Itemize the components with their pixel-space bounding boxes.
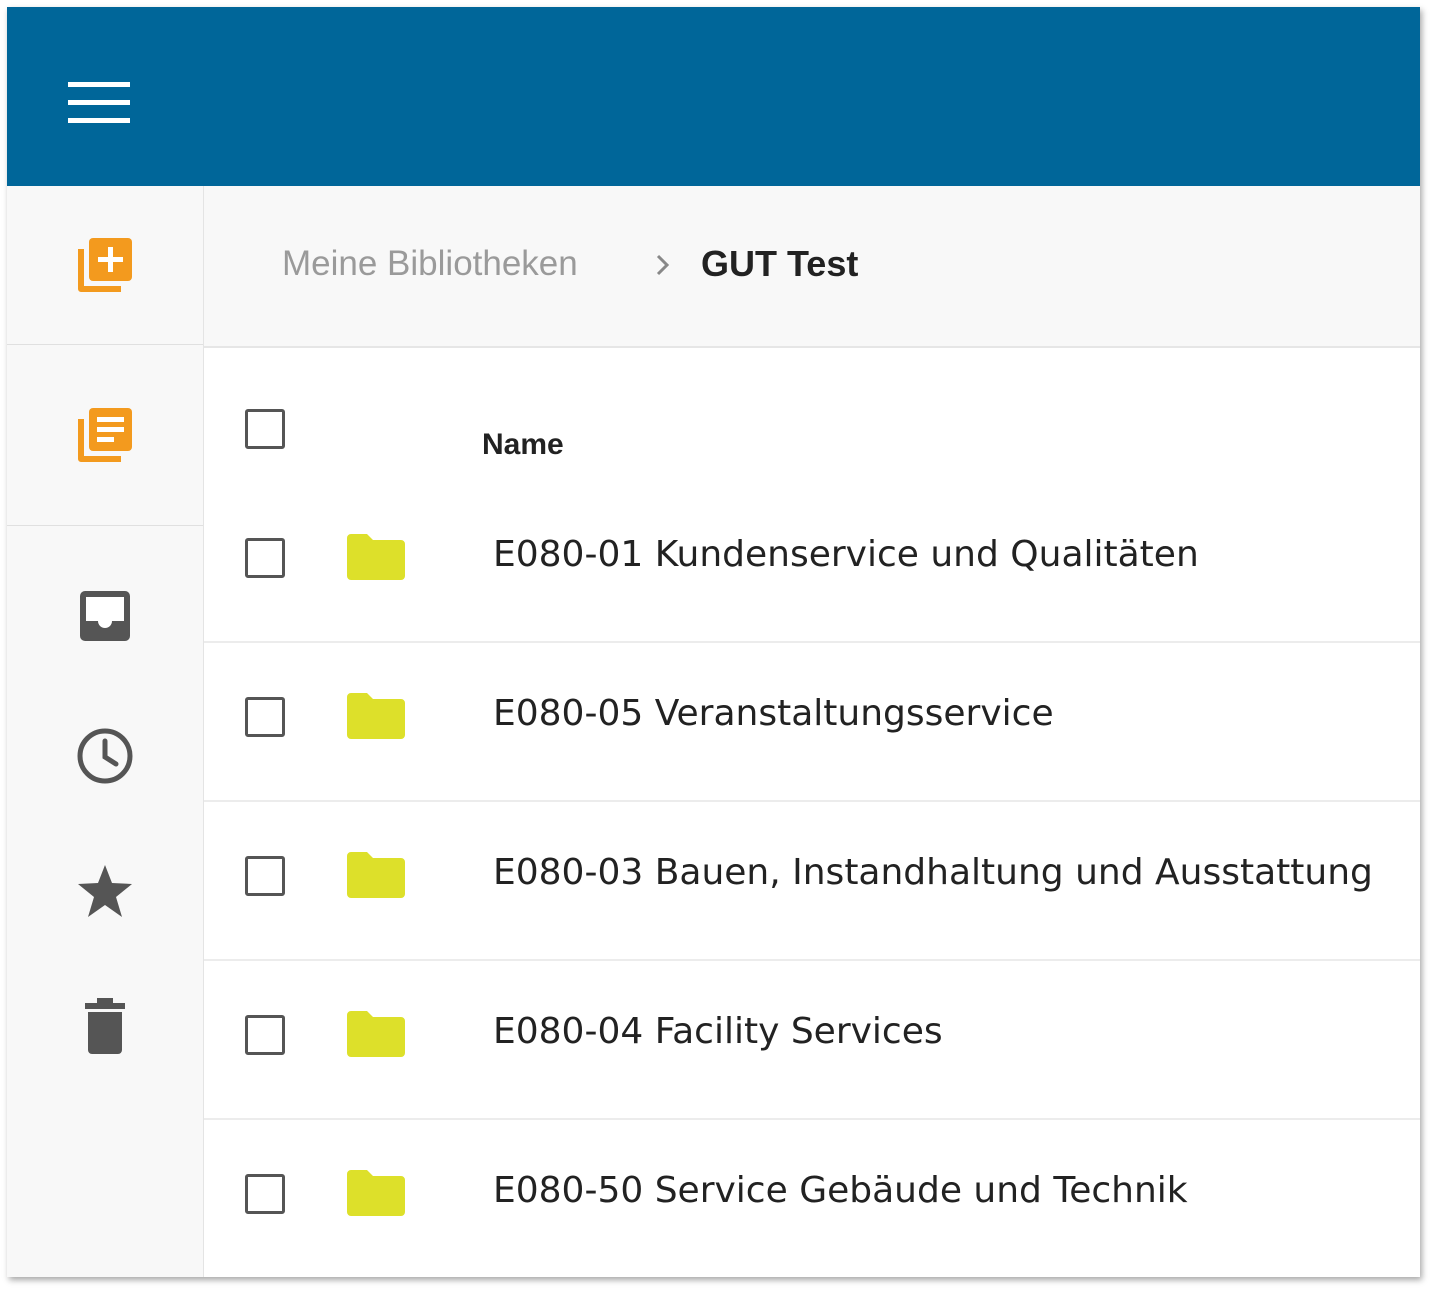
app-window: Meine Bibliotheken GUT Test Name E080-01… (7, 7, 1420, 1277)
sidebar-item-inbox[interactable] (7, 566, 203, 666)
row-name: E080-05 Veranstaltungsservice (493, 693, 1054, 734)
sidebar-item-create-library[interactable] (7, 186, 203, 344)
row-name: E080-04 Facility Services (493, 1011, 943, 1052)
breadcrumb: Meine Bibliotheken GUT Test (204, 186, 1420, 348)
chevron-right-icon (656, 254, 670, 276)
sidebar (7, 186, 204, 1277)
row-checkbox[interactable] (245, 856, 285, 896)
library-books-icon (78, 408, 132, 462)
row-checkbox[interactable] (245, 1015, 285, 1055)
sidebar-item-recent[interactable] (7, 706, 203, 806)
sidebar-item-my-libraries[interactable] (7, 345, 203, 525)
inbox-icon (80, 591, 130, 641)
folder-icon (347, 1170, 405, 1216)
sidebar-item-trash[interactable] (7, 976, 203, 1076)
table-header: Name (204, 348, 1420, 498)
table-row[interactable]: E080-50 Service Gebäude und Technik (204, 1120, 1420, 1277)
row-name: E080-01 Kundenservice und Qualitäten (493, 534, 1199, 575)
table-row[interactable]: E080-01 Kundenservice und Qualitäten (204, 484, 1420, 643)
library-add-icon (78, 238, 132, 292)
row-name: E080-50 Service Gebäude und Technik (493, 1170, 1188, 1211)
folder-icon (347, 534, 405, 580)
select-all-checkbox[interactable] (245, 409, 285, 449)
folder-icon (347, 852, 405, 898)
folder-icon (347, 693, 405, 739)
clock-icon (77, 728, 133, 784)
row-checkbox[interactable] (245, 1174, 285, 1214)
row-checkbox[interactable] (245, 538, 285, 578)
trash-icon (85, 998, 125, 1054)
table-row[interactable]: E080-04 Facility Services (204, 961, 1420, 1120)
breadcrumb-parent-link[interactable]: Meine Bibliotheken (282, 244, 578, 284)
table-row[interactable]: E080-05 Veranstaltungsservice (204, 643, 1420, 802)
file-list-table: Name E080-01 Kundenservice und Qualitäte… (204, 348, 1420, 1277)
top-app-bar (7, 7, 1420, 186)
row-name: E080-03 Bauen, Instandhaltung und Aussta… (493, 852, 1373, 893)
star-icon (78, 865, 132, 917)
sidebar-divider (7, 525, 203, 526)
breadcrumb-current: GUT Test (701, 243, 859, 284)
hamburger-menu-icon (68, 82, 130, 123)
row-checkbox[interactable] (245, 697, 285, 737)
menu-button[interactable] (63, 77, 135, 129)
sidebar-item-favorites[interactable] (7, 841, 203, 941)
column-header-name[interactable]: Name (482, 428, 564, 462)
folder-icon (347, 1011, 405, 1057)
table-row[interactable]: E080-03 Bauen, Instandhaltung und Aussta… (204, 802, 1420, 961)
